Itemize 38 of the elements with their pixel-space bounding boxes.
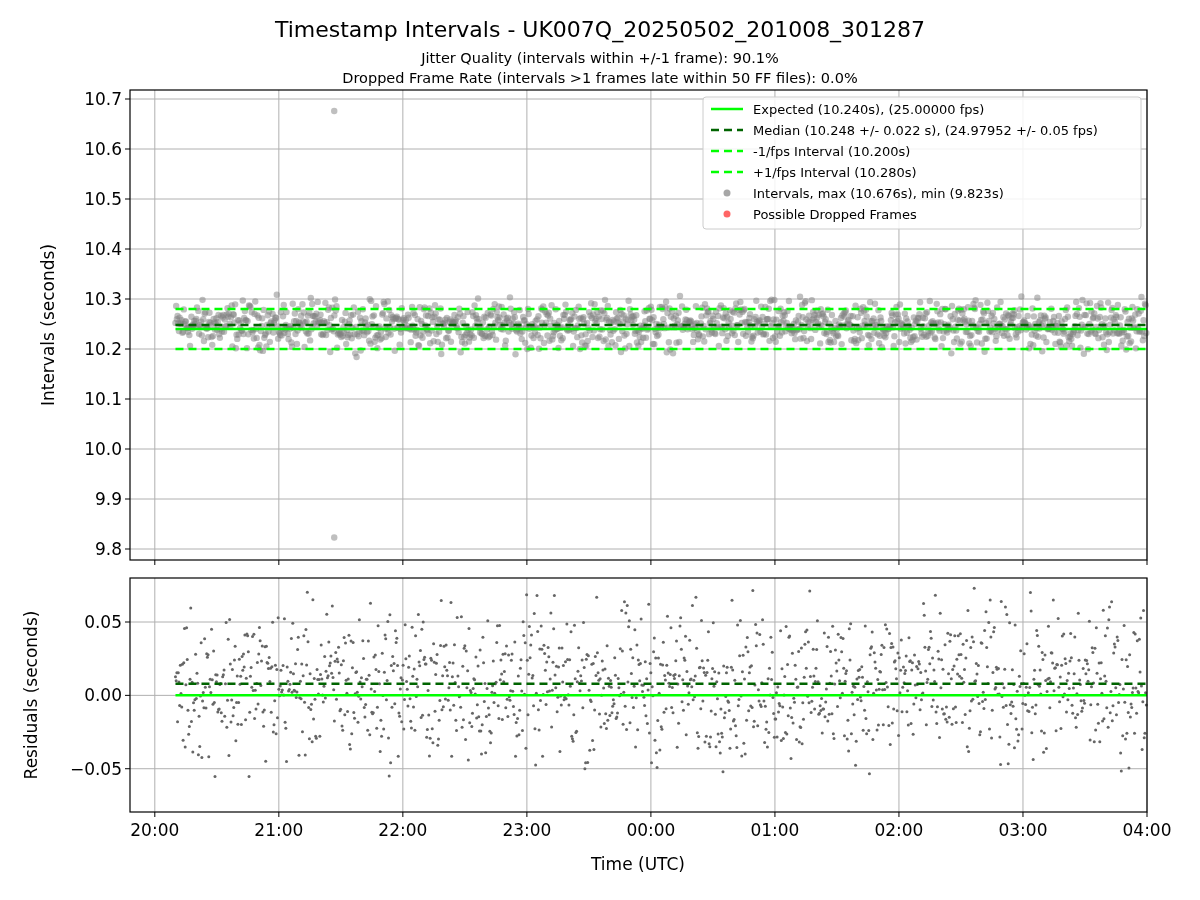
y-tick-label: −0.05 xyxy=(69,758,122,779)
x-tick-label: 22:00 xyxy=(378,820,428,840)
y-tick-label: 10.3 xyxy=(84,289,122,309)
legend-line-icon xyxy=(711,149,743,153)
y-tick-label: 10.2 xyxy=(84,339,122,359)
y-tick-label: 0.05 xyxy=(84,612,122,632)
x-tick-label: 01:00 xyxy=(750,820,800,840)
legend-label: -1/fps Interval (10.200s) xyxy=(753,144,911,159)
x-tick-label: 03:00 xyxy=(998,820,1048,840)
legend-label: Intervals, max (10.676s), min (9.823s) xyxy=(753,186,1004,201)
x-tick-label: 20:00 xyxy=(130,820,180,840)
y-tick-label: 9.8 xyxy=(94,539,122,559)
y-tick-label: 9.9 xyxy=(94,489,122,509)
y-tick-label: 10.0 xyxy=(84,439,122,459)
legend-label: Median (10.248 +/- 0.022 s), (24.97952 +/- 0.05 fps) xyxy=(753,123,1098,138)
legend-label: Expected (10.240s), (25.00000 fps) xyxy=(753,102,985,117)
x-tick-label: 04:00 xyxy=(1122,820,1172,840)
chart-title: Timestamp Intervals - UK007Q_20250502_201008_301287 xyxy=(274,17,926,42)
legend-label: +1/fps Interval (10.280s) xyxy=(753,165,917,180)
x-axis-label: Time (UTC) xyxy=(591,854,685,874)
x-tick-label: 00:00 xyxy=(626,820,676,840)
x-tick-label: 21:00 xyxy=(254,820,304,840)
y-tick-label: 10.1 xyxy=(84,389,122,409)
y-tick-label: 10.7 xyxy=(84,89,122,109)
legend-line-icon xyxy=(711,170,743,174)
x-tick-label: 23:00 xyxy=(502,820,552,840)
legend-line-icon xyxy=(711,128,743,132)
x-tick-label: 02:00 xyxy=(874,820,924,840)
y-tick-label: 0.00 xyxy=(84,685,122,706)
legend-line-icon xyxy=(711,107,743,111)
y-tick-label: 10.4 xyxy=(84,239,122,259)
chart-subtitle: Jitter Quality (intervals within +/-1 frame): 90.1% xyxy=(421,50,779,66)
chart-subtitle: Dropped Frame Rate (intervals >1 frames late within 50 FF files): 0.0% xyxy=(342,70,858,86)
y-axis-label: Residuals (seconds) xyxy=(21,610,41,780)
y-tick-label: 10.5 xyxy=(84,189,122,209)
legend-label: Possible Dropped Frames xyxy=(753,207,917,222)
y-axis-label: Intervals (seconds) xyxy=(38,243,58,407)
y-tick-label: 10.6 xyxy=(84,139,122,159)
